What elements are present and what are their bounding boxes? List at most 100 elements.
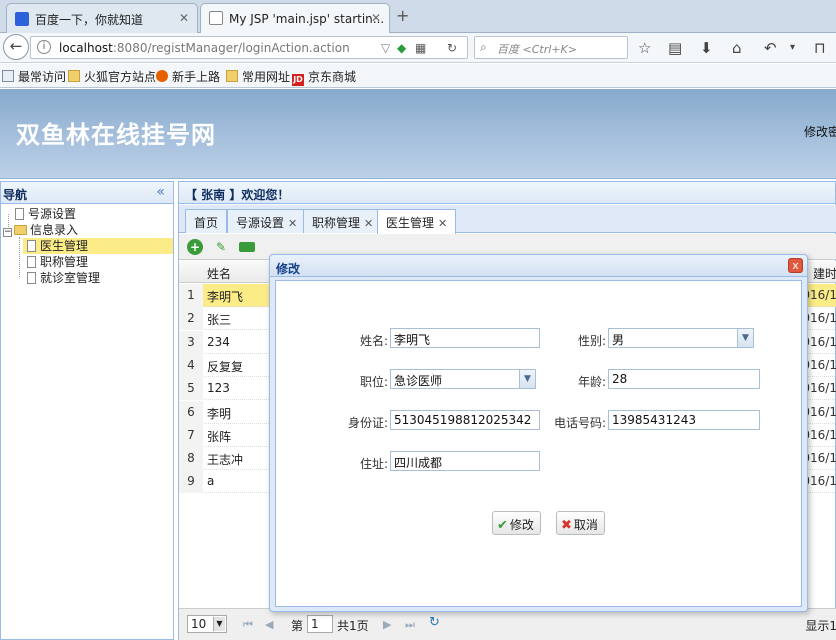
menu-chevron-icon[interactable]: ▾	[790, 42, 795, 53]
search-box[interactable]: ⌕ 百度 <Ctrl+K>	[474, 36, 628, 59]
delete-minus-icon[interactable]	[239, 242, 255, 252]
row-number: 8	[179, 447, 203, 471]
row-number: 6	[179, 400, 203, 424]
save-button[interactable]: ✔ 修改	[492, 511, 541, 535]
name-input[interactable]: 李明飞	[390, 328, 540, 348]
extension-icon[interactable]: ⊓	[814, 39, 826, 57]
shield-check-icon[interactable]: ◆	[397, 41, 406, 55]
collapse-double-chevron-icon[interactable]: «	[156, 184, 165, 200]
idcard-input[interactable]: 513045198812025342	[390, 410, 540, 430]
refresh-icon[interactable]: ↻	[429, 615, 440, 630]
url-bar[interactable]: i localhost:8080/registManager/loginActi…	[30, 36, 468, 59]
folder-open-icon	[14, 225, 27, 235]
idcard-value: 513045198812025342	[394, 413, 532, 427]
row-name: 反复复	[207, 359, 244, 374]
dropdown-arrow-icon[interactable]: ▽	[381, 41, 390, 55]
chevron-down-icon: ▼	[519, 370, 535, 388]
tree-item-info-entry[interactable]: − 信息录入	[3, 222, 78, 238]
dialog-body: 姓名: 李明飞 性别: 男 ▼ 职位: 急诊医师 ▼ 年龄: 28 身份证: 513…	[275, 280, 802, 607]
browser-navbar: ← i localhost:8080/registManager/loginAc…	[0, 33, 836, 63]
position-select[interactable]: 急诊医师 ▼	[390, 369, 536, 389]
reload-icon[interactable]: ↻	[447, 41, 457, 55]
position-label: 职位:	[359, 375, 388, 389]
check-icon: ✔	[497, 518, 508, 533]
tree-item-label: 职称管理	[40, 255, 89, 269]
tree-item-title-management[interactable]: 职称管理	[27, 254, 88, 270]
file-icon	[27, 240, 36, 252]
edit-pencil-icon[interactable]: ✎	[213, 239, 229, 255]
address-input[interactable]: 四川成都	[390, 451, 540, 471]
bookmark-most-visited[interactable]: 最常访问	[2, 68, 66, 85]
change-password-link[interactable]: 修改密	[804, 123, 836, 140]
row-number: 4	[179, 353, 203, 377]
tab-source-settings[interactable]: 号源设置 ✕	[227, 209, 307, 233]
prev-page-icon[interactable]: ◀	[265, 618, 273, 631]
page-size-select[interactable]: 10 ▼	[187, 615, 227, 633]
tree-item-source-settings[interactable]: 号源设置	[5, 206, 76, 222]
close-tab-icon[interactable]: ✕	[364, 217, 373, 230]
home-icon[interactable]: ⌂	[732, 39, 742, 57]
add-plus-icon[interactable]: +	[187, 239, 203, 255]
close-tab-icon[interactable]: ✕	[179, 11, 189, 25]
bookmark-firefox-official[interactable]: 火狐官方站点	[68, 68, 156, 85]
gender-label: 性别:	[577, 334, 606, 348]
tree-item-clinic-room-management[interactable]: 就诊室管理	[27, 270, 100, 286]
info-icon[interactable]: i	[37, 40, 51, 54]
row-name: 张阵	[207, 429, 232, 444]
close-tab-icon[interactable]: ✕	[288, 217, 297, 230]
tree-item-label: 信息录入	[30, 223, 79, 237]
close-tab-icon[interactable]: ✕	[371, 11, 381, 25]
page-total: 共1页	[337, 619, 369, 633]
age-value: 28	[612, 372, 628, 386]
tree-item-label: 医生管理	[40, 239, 89, 253]
download-arrow-icon[interactable]: ⬇	[700, 39, 713, 57]
phone-value: 13985431243	[612, 413, 696, 427]
bookmark-label: 最常访问	[18, 70, 67, 84]
tab-title-management[interactable]: 职称管理 ✕	[303, 209, 383, 233]
save-label: 修改	[509, 518, 534, 532]
folder-icon	[68, 70, 80, 82]
bookmarks-bar: 最常访问 火狐官方站点 新手上路 常用网址 JD 京东商城	[0, 64, 836, 88]
edit-doctor-dialog: 修改 x 姓名: 李明飞 性别: 男 ▼ 职位: 急诊医师 ▼ 年龄: 28 身份证…	[269, 254, 808, 612]
name-label: 姓名:	[359, 334, 388, 348]
tree-item-doctor-management[interactable]: 医生管理	[23, 238, 173, 254]
age-input[interactable]: 28	[608, 369, 760, 389]
row-name: 234	[207, 334, 230, 349]
close-icon[interactable]: x	[788, 258, 803, 273]
age-label: 年龄:	[577, 375, 606, 389]
next-page-icon[interactable]: ▶	[383, 618, 391, 631]
tab-doctor-management[interactable]: 医生管理 ✕	[377, 209, 457, 234]
tree-connector	[19, 237, 20, 277]
new-tab-plus-icon[interactable]: +	[396, 6, 409, 25]
reader-list-icon[interactable]: ▤	[668, 39, 682, 57]
bookmark-getting-started[interactable]: 新手上路	[156, 68, 220, 85]
row-name: a	[207, 474, 215, 489]
row-number: 9	[179, 470, 203, 494]
page-number-input[interactable]: 1	[307, 615, 333, 633]
qr-code-icon[interactable]: ▦	[415, 41, 426, 55]
bookmark-star-icon[interactable]: ☆	[638, 39, 651, 57]
bookmark-label: 火狐官方站点	[84, 70, 157, 84]
tab-home[interactable]: 首页	[185, 209, 228, 233]
last-page-icon[interactable]: ⏭	[405, 618, 415, 632]
file-icon	[27, 256, 36, 268]
column-header-time[interactable]: 建时	[813, 265, 836, 282]
column-header-name[interactable]: 姓名	[207, 265, 231, 282]
phone-input[interactable]: 13985431243	[608, 410, 760, 430]
gender-select[interactable]: 男 ▼	[608, 328, 754, 348]
firefox-logo-icon	[156, 70, 168, 82]
back-arrow-icon[interactable]: ←	[3, 34, 29, 60]
bookmark-label: 常用网址	[242, 70, 291, 84]
close-tab-icon[interactable]: ✕	[438, 217, 447, 230]
browser-tab-main-jsp[interactable]: My JSP 'main.jsp' startin... ✕	[200, 3, 390, 34]
cancel-button[interactable]: ✖ 取消	[556, 511, 605, 535]
address-value: 四川成都	[394, 456, 443, 470]
first-page-icon[interactable]: ⏮	[243, 618, 253, 632]
cancel-label: 取消	[573, 518, 598, 532]
display-summary: 显示1	[805, 619, 836, 633]
browser-tab-baidu[interactable]: 百度一下，你就知道 ✕	[6, 3, 198, 33]
collapse-minus-icon[interactable]: −	[3, 228, 12, 237]
undo-arrow-icon[interactable]: ↶	[764, 39, 777, 57]
bookmark-jd-mall[interactable]: JD 京东商城	[292, 68, 356, 86]
bookmark-common-sites[interactable]: 常用网址	[226, 68, 290, 85]
